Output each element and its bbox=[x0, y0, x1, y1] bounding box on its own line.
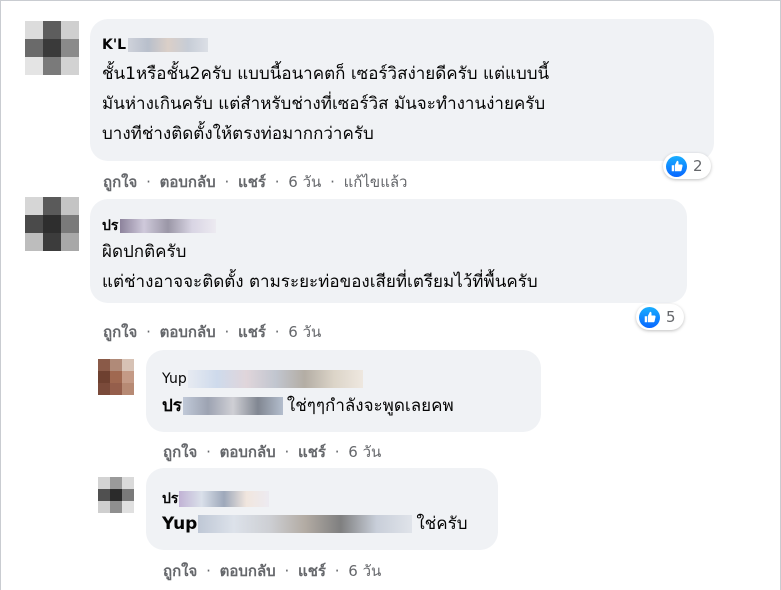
comment-thread: K'L ชั้น1หรือชั้น2ครับ แบบนี้อนาคตก็ เซอ… bbox=[0, 0, 781, 590]
reply-text: ปร ใช่ๆๆกำลังจะพูดเลยคพ bbox=[162, 396, 454, 416]
share-link[interactable]: แชร์ bbox=[238, 173, 266, 191]
like-link[interactable]: ถูกใจ bbox=[103, 323, 137, 341]
reply-actions: ถูกใจ · ตอบกลับ · แชร์ · 6 วัน bbox=[163, 443, 382, 461]
like-link[interactable]: ถูกใจ bbox=[103, 173, 137, 191]
reaction-number: 5 bbox=[666, 308, 676, 326]
edited-label[interactable]: แก้ไขแล้ว bbox=[344, 173, 408, 191]
avatar[interactable] bbox=[98, 359, 134, 395]
reply-bubble: Yup ปร ใช่ๆๆกำลังจะพูดเลยคพ bbox=[146, 350, 541, 432]
avatar[interactable] bbox=[98, 477, 134, 513]
share-link[interactable]: แชร์ bbox=[298, 443, 326, 461]
timestamp[interactable]: 6 วัน bbox=[288, 323, 321, 341]
reaction-count[interactable]: 2 bbox=[663, 153, 711, 179]
comment-actions: ถูกใจ · ตอบกลับ · แชร์ · 6 วัน · แก้ไขแล… bbox=[103, 173, 408, 191]
reply-link[interactable]: ตอบกลับ bbox=[220, 443, 276, 461]
reaction-count[interactable]: 5 bbox=[636, 304, 684, 330]
comment-text: ชั้น1หรือชั้น2ครับ แบบนี้อนาคตก็ เซอร์วิ… bbox=[102, 64, 550, 144]
reply-link[interactable]: ตอบกลับ bbox=[160, 323, 216, 341]
like-link[interactable]: ถูกใจ bbox=[163, 443, 197, 461]
comment-actions: ถูกใจ · ตอบกลับ · แชร์ · 6 วัน bbox=[103, 323, 322, 341]
avatar[interactable] bbox=[25, 197, 79, 251]
share-link[interactable]: แชร์ bbox=[298, 562, 326, 580]
reply-link[interactable]: ตอบกลับ bbox=[160, 173, 216, 191]
reply-actions: ถูกใจ · ตอบกลับ · แชร์ · 6 วัน bbox=[163, 562, 382, 580]
comment-bubble: ปร ผิดปกติครับ แต่ช่างอาจจะติดตั้ง ตามระ… bbox=[90, 199, 687, 303]
timestamp[interactable]: 6 วัน bbox=[288, 173, 321, 191]
reply-link[interactable]: ตอบกลับ bbox=[220, 562, 276, 580]
like-reaction-icon bbox=[666, 155, 687, 177]
reaction-number: 2 bbox=[693, 157, 703, 175]
share-link[interactable]: แชร์ bbox=[238, 323, 266, 341]
tagged-name[interactable]: Yup bbox=[162, 514, 197, 534]
like-link[interactable]: ถูกใจ bbox=[163, 562, 197, 580]
commenter-name[interactable]: ปร bbox=[162, 488, 270, 510]
commenter-name[interactable]: K'L bbox=[102, 37, 209, 53]
timestamp[interactable]: 6 วัน bbox=[348, 443, 381, 461]
timestamp[interactable]: 6 วัน bbox=[348, 562, 381, 580]
commenter-name[interactable]: ปร bbox=[102, 215, 217, 237]
tagged-name[interactable]: ปร bbox=[162, 396, 182, 416]
comment-text: ผิดปกติครับ แต่ช่างอาจจะติดตั้ง ตามระยะท… bbox=[102, 242, 538, 292]
like-reaction-icon bbox=[639, 306, 660, 328]
avatar[interactable] bbox=[25, 21, 79, 75]
commenter-name[interactable]: Yup bbox=[162, 370, 363, 388]
comment-bubble: K'L ชั้น1หรือชั้น2ครับ แบบนี้อนาคตก็ เซอ… bbox=[90, 19, 714, 161]
reply-text: Yup ใช่ครับ bbox=[162, 514, 468, 534]
reply-bubble: ปร Yup ใช่ครับ bbox=[146, 468, 498, 550]
